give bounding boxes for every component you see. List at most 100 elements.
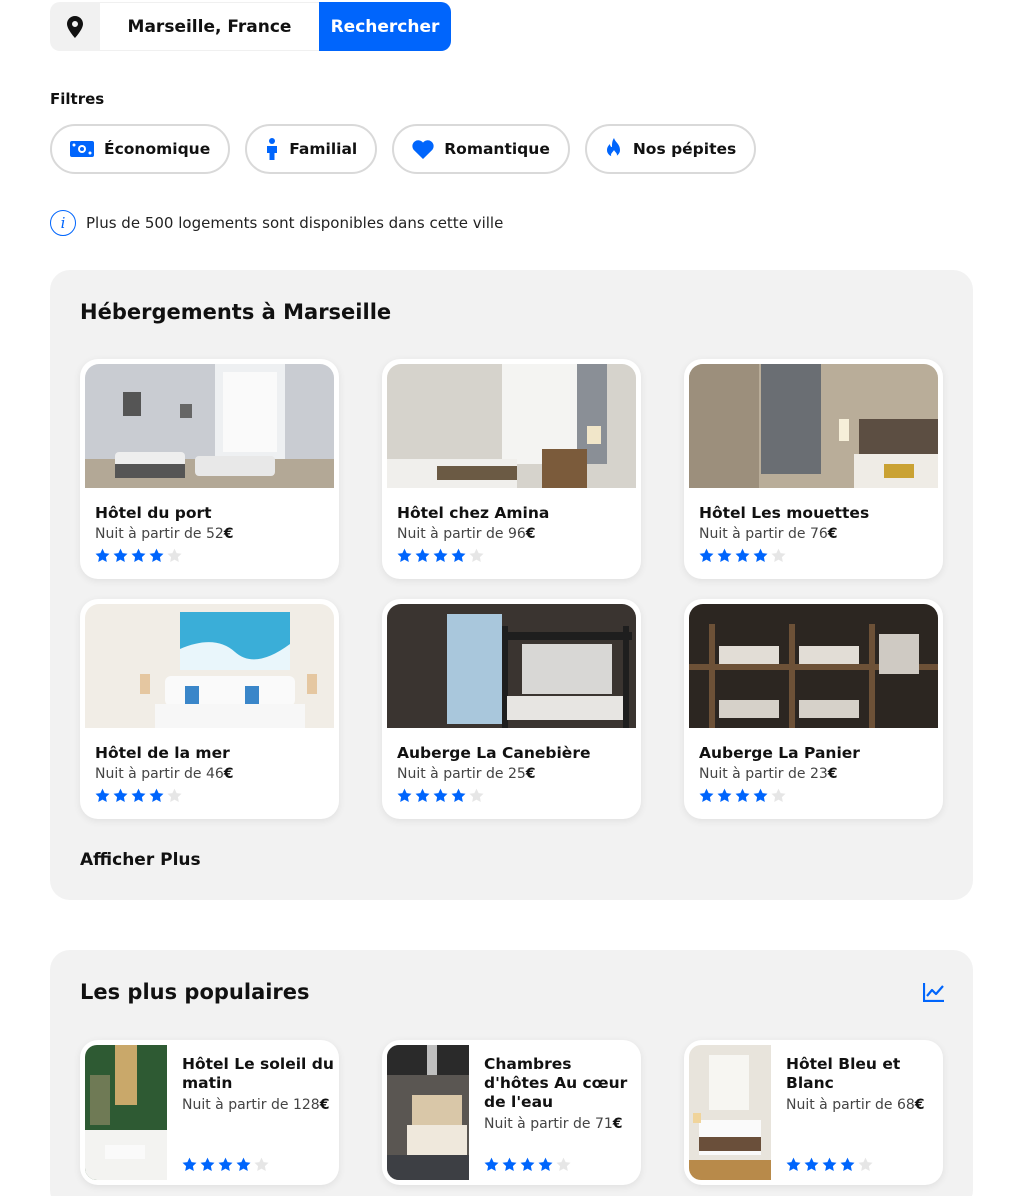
rating-stars — [786, 1157, 873, 1172]
rating-stars — [699, 548, 928, 563]
lodging-name: Hôtel de la mer — [95, 744, 230, 762]
room-photo — [387, 364, 636, 488]
lodging-price: Nuit à partir de 25€ — [397, 766, 536, 782]
fire-icon — [606, 138, 620, 158]
lodging-card[interactable]: Auberge La Canebière Nuit à partir de 25… — [382, 599, 641, 819]
star-empty-icon — [771, 788, 786, 802]
lodging-card[interactable]: Hôtel de la mer Nuit à partir de 46€ — [80, 599, 339, 819]
lodging-price: Nuit à partir de 46€ — [95, 766, 234, 782]
info-text: Plus de 500 logements sont disponibles d… — [86, 214, 504, 232]
rating-stars — [397, 788, 626, 803]
star-empty-icon — [469, 548, 484, 562]
lodging-card[interactable]: Hôtel Les mouettes Nuit à partir de 76€ — [684, 359, 943, 579]
star-filled-icon — [131, 548, 146, 562]
star-filled-icon — [397, 788, 412, 802]
star-filled-icon — [182, 1157, 197, 1171]
popular-name: Hôtel Bleu et Blanc — [786, 1055, 901, 1092]
popular-price: Nuit à partir de 71€ — [484, 1116, 623, 1132]
lodging-card[interactable]: Hôtel chez Amina Nuit à partir de 96€ — [382, 359, 641, 579]
room-photo — [689, 364, 938, 488]
filters-title: Filtres — [50, 90, 105, 108]
trending-chart-icon[interactable] — [922, 982, 945, 1006]
star-filled-icon — [95, 548, 110, 562]
star-filled-icon — [753, 548, 768, 562]
star-filled-icon — [113, 548, 128, 562]
filter-chip-economique[interactable]: Économique — [50, 124, 231, 174]
star-empty-icon — [167, 788, 182, 802]
star-filled-icon — [451, 788, 466, 802]
star-filled-icon — [218, 1157, 233, 1171]
rating-stars — [699, 788, 928, 803]
lodging-name: Hôtel chez Amina — [397, 504, 550, 522]
star-filled-icon — [717, 788, 732, 802]
star-filled-icon — [484, 1157, 499, 1171]
star-empty-icon — [167, 548, 182, 562]
star-filled-icon — [149, 788, 164, 802]
money-icon — [70, 141, 94, 157]
rating-stars — [182, 1157, 269, 1172]
popular-card[interactable]: Hôtel Le soleil du matin Nuit à partir d… — [80, 1040, 339, 1185]
star-filled-icon — [822, 1157, 837, 1171]
star-filled-icon — [735, 548, 750, 562]
popular-price: Nuit à partir de 68€ — [786, 1097, 925, 1113]
filter-chip-familial[interactable]: Familial — [245, 124, 378, 174]
room-photo — [387, 604, 636, 728]
heart-icon — [412, 139, 434, 159]
popular-section: Les plus populaires Hôtel Le soleil du m… — [50, 950, 973, 1196]
chip-label: Romantique — [444, 140, 550, 158]
room-photo — [85, 604, 334, 728]
star-filled-icon — [840, 1157, 855, 1171]
section-title: Les plus populaires — [80, 980, 310, 1004]
star-filled-icon — [113, 788, 128, 802]
star-filled-icon — [699, 788, 714, 802]
star-filled-icon — [236, 1157, 251, 1171]
star-filled-icon — [753, 788, 768, 802]
lodging-price: Nuit à partir de 96€ — [397, 526, 536, 542]
location-pin-icon — [50, 2, 100, 51]
chip-label: Nos pépites — [632, 140, 737, 158]
lodging-price: Nuit à partir de 52€ — [95, 526, 234, 542]
section-title: Hébergements à Marseille — [80, 300, 392, 324]
room-photo — [689, 604, 938, 728]
star-filled-icon — [131, 788, 146, 802]
lodging-name: Hôtel Les mouettes — [699, 504, 870, 522]
star-filled-icon — [502, 1157, 517, 1171]
lodgings-section: Hébergements à Marseille Hôtel du port N… — [50, 270, 973, 900]
show-more-link[interactable]: Afficher Plus — [80, 850, 201, 870]
star-empty-icon — [254, 1157, 269, 1171]
star-filled-icon — [95, 788, 110, 802]
star-empty-icon — [469, 788, 484, 802]
star-filled-icon — [433, 788, 448, 802]
filter-chip-pepites[interactable]: Nos pépites — [584, 124, 757, 174]
lodging-card[interactable]: Hôtel du port Nuit à partir de 52€ — [80, 359, 339, 579]
info-icon: i — [50, 210, 76, 236]
chip-label: Économique — [104, 140, 211, 158]
star-filled-icon — [735, 788, 750, 802]
lodging-card[interactable]: Auberge La Panier Nuit à partir de 23€ — [684, 599, 943, 819]
star-empty-icon — [556, 1157, 571, 1171]
rating-stars — [95, 788, 324, 803]
popular-card[interactable]: Chambres d'hôtes Au cœur de l'eau Nuit à… — [382, 1040, 641, 1185]
star-filled-icon — [200, 1157, 215, 1171]
rating-stars — [95, 548, 324, 563]
star-empty-icon — [858, 1157, 873, 1171]
popular-name: Chambres d'hôtes Au cœur de l'eau — [484, 1055, 628, 1111]
star-filled-icon — [699, 548, 714, 562]
lodging-name: Hôtel du port — [95, 504, 212, 522]
rating-stars — [484, 1157, 571, 1172]
star-filled-icon — [433, 548, 448, 562]
star-filled-icon — [804, 1157, 819, 1171]
filter-chip-romantique[interactable]: Romantique — [392, 124, 570, 174]
star-filled-icon — [538, 1157, 553, 1171]
lodging-price: Nuit à partir de 23€ — [699, 766, 838, 782]
popular-card[interactable]: Hôtel Bleu et Blanc Nuit à partir de 68€ — [684, 1040, 943, 1185]
star-filled-icon — [415, 788, 430, 802]
room-photo — [387, 1045, 469, 1180]
lodging-price: Nuit à partir de 76€ — [699, 526, 838, 542]
city-input[interactable]: Marseille, France — [100, 2, 319, 51]
info-banner: i Plus de 500 logements sont disponibles… — [50, 210, 503, 236]
search-button[interactable]: Rechercher — [319, 2, 451, 51]
star-filled-icon — [786, 1157, 801, 1171]
popular-name: Hôtel Le soleil du matin — [182, 1055, 334, 1092]
search-bar: Marseille, France Rechercher — [50, 2, 451, 51]
